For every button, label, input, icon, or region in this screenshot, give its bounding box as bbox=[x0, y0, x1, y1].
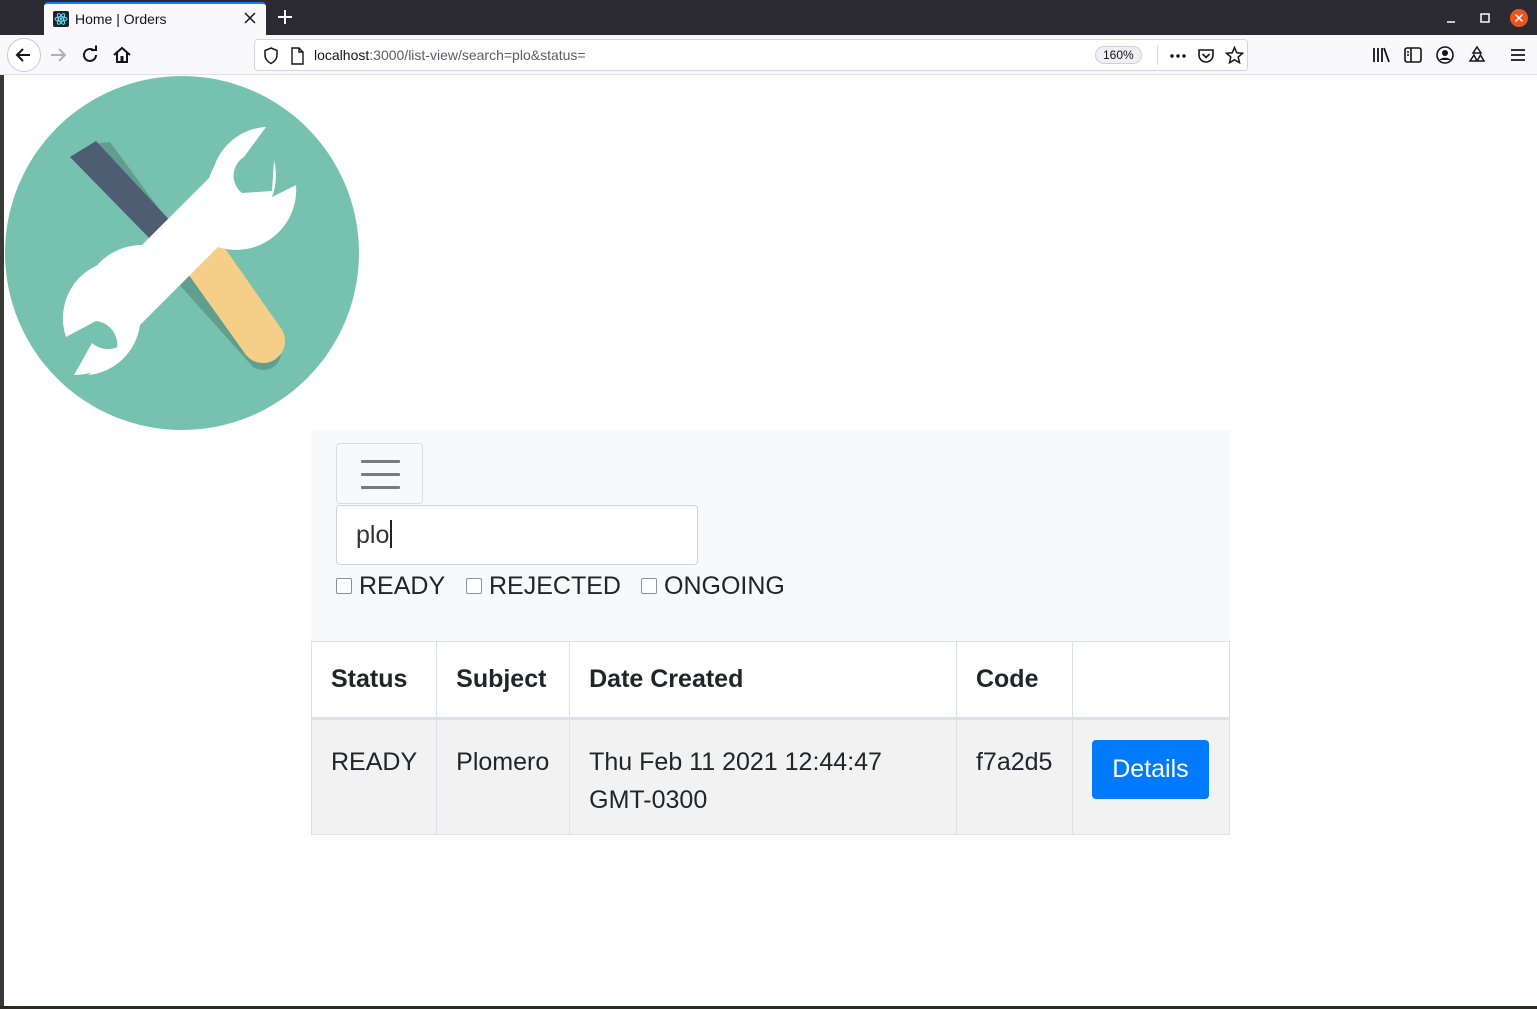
table-header-row: Status Subject Date Created Code bbox=[310, 641, 1231, 720]
filter-ongoing[interactable]: ONGOING bbox=[641, 571, 785, 601]
pocket-icon[interactable] bbox=[1197, 47, 1215, 65]
react-atom-icon bbox=[53, 11, 69, 27]
timezone-line: GMT-0300 bbox=[589, 786, 708, 814]
shield-icon[interactable] bbox=[263, 47, 279, 65]
filter-rejected[interactable]: REJECTED bbox=[466, 571, 621, 601]
recycle-icon[interactable] bbox=[1466, 44, 1488, 66]
forward-arrow-icon[interactable] bbox=[47, 44, 69, 66]
hamburger-bar bbox=[361, 486, 400, 489]
home-icon[interactable] bbox=[111, 44, 133, 66]
close-icon[interactable] bbox=[242, 10, 258, 26]
more-dots-icon[interactable] bbox=[1169, 48, 1187, 64]
filter-ongoing-label: ONGOING bbox=[664, 571, 785, 600]
navbar-toggler-button[interactable] bbox=[336, 443, 423, 504]
filter-panel: plo READY REJECTED ONGOING bbox=[311, 430, 1230, 641]
details-button[interactable]: Details bbox=[1091, 740, 1209, 799]
cell-date-created: Thu Feb 11 2021 12:44:47 GMT-0300 bbox=[569, 718, 957, 835]
header-actions bbox=[1071, 641, 1231, 720]
browser-toolbar: localhost:3000/list-view/search=plo&stat… bbox=[0, 35, 1537, 75]
reload-icon[interactable] bbox=[79, 44, 101, 66]
tab-title: Home | Orders bbox=[75, 11, 167, 27]
filter-rejected-label: REJECTED bbox=[489, 571, 621, 600]
header-status: Status bbox=[310, 641, 438, 720]
search-input[interactable]: plo bbox=[336, 505, 698, 565]
page-viewport: plo READY REJECTED ONGOING Status Subjec… bbox=[4, 75, 1537, 1006]
ready-checkbox[interactable] bbox=[336, 578, 352, 594]
browser-titlebar: Home | Orders bbox=[0, 0, 1537, 35]
sidebar-icon[interactable] bbox=[1402, 44, 1424, 66]
url-text: localhost:3000/list-view/search=plo&stat… bbox=[314, 47, 586, 63]
header-subject: Subject bbox=[436, 641, 571, 720]
divider bbox=[1157, 45, 1158, 65]
menu-icon[interactable] bbox=[1507, 44, 1529, 66]
date-line: Thu Feb 11 2021 12:44:47 bbox=[589, 748, 882, 776]
wrench-screwdriver-logo bbox=[5, 76, 359, 430]
account-icon[interactable] bbox=[1434, 44, 1456, 66]
header-date-created: Date Created bbox=[569, 641, 957, 720]
new-tab-plus-icon[interactable] bbox=[275, 7, 295, 27]
browser-tab[interactable]: Home | Orders bbox=[44, 2, 266, 35]
orders-table: Status Subject Date Created Code READY P… bbox=[310, 641, 1231, 835]
cell-code: f7a2d5 bbox=[955, 718, 1073, 835]
text-caret bbox=[390, 520, 393, 548]
filter-ready-label: READY bbox=[359, 571, 446, 600]
header-code: Code bbox=[955, 641, 1073, 720]
filter-ready[interactable]: READY bbox=[336, 571, 445, 601]
back-arrow-icon bbox=[15, 48, 30, 62]
page-icon[interactable] bbox=[290, 47, 304, 65]
minimize-icon[interactable] bbox=[1442, 9, 1460, 27]
cell-subject: Plomero bbox=[436, 718, 571, 835]
hamburger-bar bbox=[361, 460, 400, 463]
hamburger-bar bbox=[361, 473, 400, 476]
library-icon[interactable] bbox=[1370, 44, 1392, 66]
table-row: READY Plomero Thu Feb 11 2021 12:44:47 G… bbox=[310, 718, 1231, 835]
zoom-level-badge[interactable]: 160% bbox=[1095, 46, 1142, 64]
cell-actions: Details bbox=[1071, 718, 1231, 835]
rejected-checkbox[interactable] bbox=[466, 578, 482, 594]
back-button[interactable] bbox=[7, 38, 41, 72]
url-bar[interactable]: localhost:3000/list-view/search=plo&stat… bbox=[254, 39, 1248, 71]
cell-status: READY bbox=[310, 718, 438, 835]
maximize-icon[interactable] bbox=[1476, 9, 1494, 27]
ongoing-checkbox[interactable] bbox=[641, 578, 657, 594]
window-close-icon[interactable] bbox=[1510, 9, 1528, 27]
star-icon[interactable] bbox=[1225, 46, 1244, 65]
